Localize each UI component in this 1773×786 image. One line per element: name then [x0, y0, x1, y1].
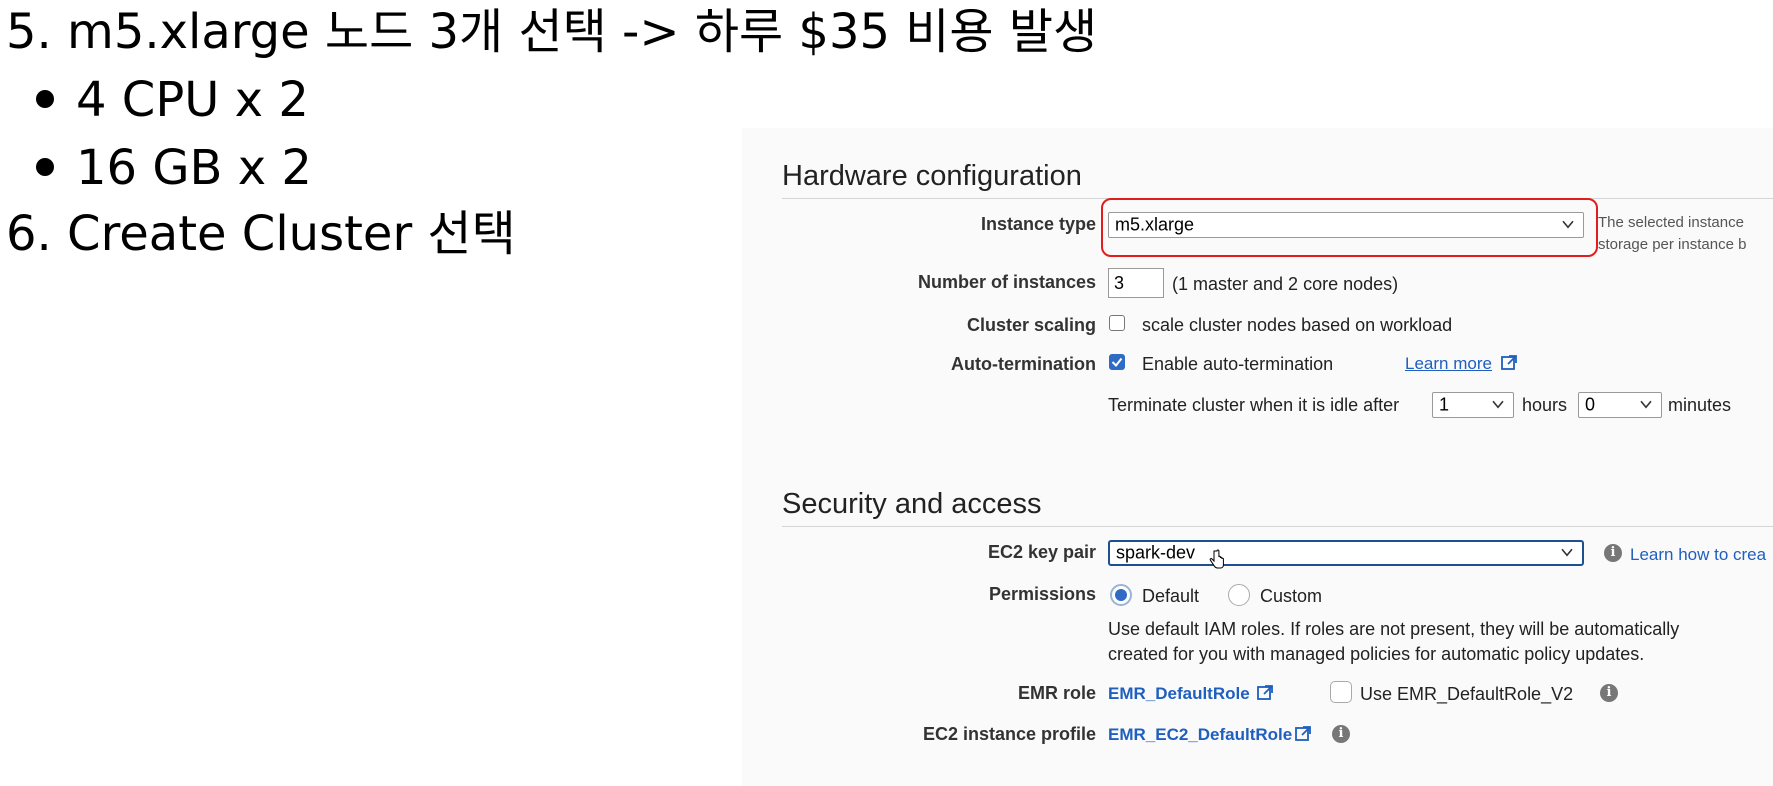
- instance-note-line1: The selected instance: [1598, 214, 1744, 231]
- section-divider: [782, 526, 1773, 527]
- permissions-label: Permissions: [988, 584, 1096, 604]
- emr-role-label: EMR role: [1017, 683, 1096, 703]
- permissions-default-radio[interactable]: [1110, 584, 1132, 606]
- minutes-select[interactable]: 0: [1578, 392, 1662, 418]
- security-access-title: Security and access: [782, 488, 1042, 520]
- num-instances-label: Number of instances: [917, 272, 1096, 292]
- learn-more-link[interactable]: Learn more: [1405, 354, 1492, 374]
- auto-termination-checkbox[interactable]: [1109, 354, 1125, 370]
- info-icon[interactable]: i: [1600, 684, 1618, 702]
- chevron-down-icon: [1492, 400, 1504, 409]
- bullet-text: 16 GB x 2: [76, 140, 312, 196]
- chevron-down-icon: [1640, 400, 1652, 409]
- auto-termination-text: Enable auto-termination: [1142, 354, 1334, 374]
- minutes-value: 0: [1585, 394, 1596, 415]
- permissions-description-2: created for you with managed policies fo…: [1108, 644, 1645, 664]
- hardware-config-title: Hardware configuration: [782, 160, 1082, 192]
- num-instances-note: (1 master and 2 core nodes): [1172, 274, 1399, 294]
- minutes-text: minutes: [1668, 395, 1732, 415]
- external-link-icon[interactable]: [1256, 684, 1274, 702]
- hours-value: 1: [1439, 394, 1450, 415]
- learn-how-link[interactable]: Learn how to crea: [1630, 545, 1766, 565]
- hours-text: hours: [1522, 395, 1568, 415]
- keypair-select[interactable]: spark-dev: [1108, 540, 1584, 566]
- bullet-memory: 16 GB x 2: [36, 140, 312, 196]
- cluster-scaling-label: Cluster scaling: [966, 315, 1096, 335]
- bullet-cpu: 4 CPU x 2: [36, 72, 309, 128]
- slide-step5: 5. m5.xlarge 노드 3개 선택 -> 하루 $35 비용 발생: [6, 4, 1098, 60]
- idle-text: Terminate cluster when it is idle after: [1108, 395, 1400, 415]
- external-link-icon[interactable]: [1500, 354, 1518, 372]
- external-link-icon[interactable]: [1294, 725, 1312, 743]
- emr-role-v2-text: Use EMR_DefaultRole_V2: [1360, 684, 1574, 704]
- instance-type-highlight: [1101, 198, 1598, 257]
- permissions-custom-radio[interactable]: [1228, 584, 1250, 606]
- checkmark-icon: [1111, 357, 1123, 368]
- auto-termination-label: Auto-termination: [951, 354, 1096, 374]
- permissions-default-text: Default: [1142, 586, 1200, 606]
- cluster-scaling-checkbox[interactable]: [1109, 315, 1125, 331]
- bullet-dot: [36, 158, 54, 176]
- info-icon[interactable]: i: [1332, 725, 1350, 743]
- keypair-value: spark-dev: [1116, 542, 1196, 563]
- ec2-profile-label: EC2 instance profile: [922, 724, 1096, 744]
- info-icon[interactable]: i: [1604, 544, 1622, 562]
- instance-type-label: Instance type: [980, 214, 1096, 234]
- permissions-custom-text: Custom: [1260, 586, 1323, 606]
- hand-cursor-icon: [1209, 549, 1224, 569]
- bullet-dot: [36, 90, 54, 108]
- chevron-down-icon: [1561, 548, 1573, 557]
- emr-role-link[interactable]: EMR_DefaultRole: [1108, 684, 1250, 704]
- emr-role-v2-checkbox[interactable]: [1330, 681, 1352, 703]
- bullet-text: 4 CPU x 2: [76, 72, 309, 128]
- hours-select[interactable]: 1: [1432, 392, 1514, 418]
- permissions-description-1: Use default IAM roles. If roles are not …: [1108, 619, 1680, 639]
- keypair-label: EC2 key pair: [987, 542, 1096, 562]
- num-instances-input[interactable]: [1108, 268, 1164, 298]
- slide-step6: 6. Create Cluster 선택: [6, 206, 516, 262]
- instance-note-line2: storage per instance b: [1598, 236, 1747, 253]
- ec2-profile-link[interactable]: EMR_EC2_DefaultRole: [1108, 725, 1292, 745]
- cluster-scaling-text: scale cluster nodes based on workload: [1142, 315, 1453, 335]
